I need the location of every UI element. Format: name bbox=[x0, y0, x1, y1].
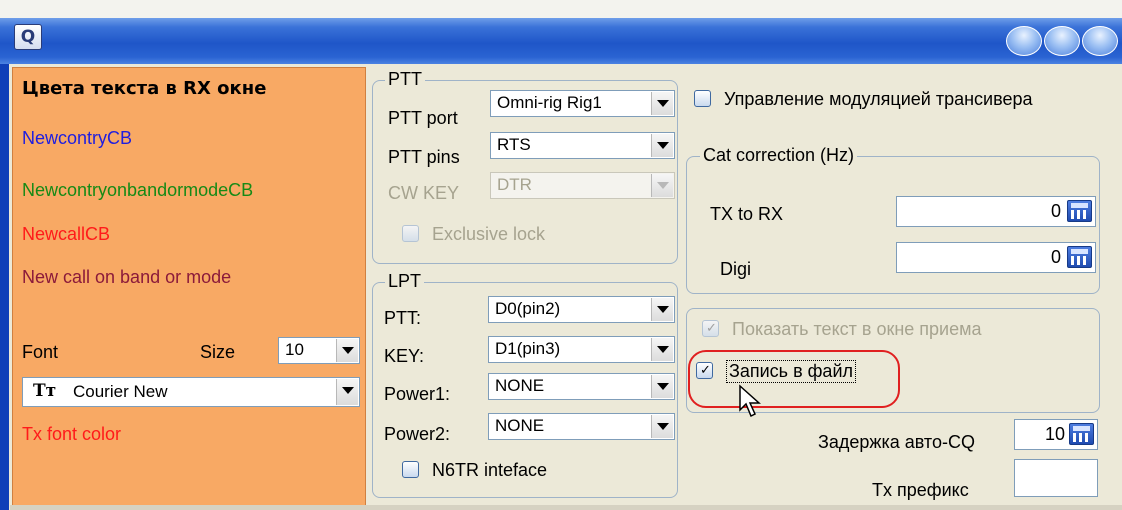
ptt-port-label: PTT port bbox=[388, 108, 458, 128]
chevron-down-icon[interactable] bbox=[651, 92, 673, 115]
minimize-button[interactable] bbox=[1006, 26, 1042, 56]
font-size-select[interactable]: 10 bbox=[278, 337, 360, 364]
maximize-button[interactable] bbox=[1044, 26, 1080, 56]
ptt-port-value: Omni-rig Rig1 bbox=[497, 93, 602, 112]
bottom-edge bbox=[10, 505, 1122, 510]
chevron-down-icon[interactable] bbox=[651, 415, 673, 438]
calculator-icon[interactable] bbox=[1067, 200, 1092, 222]
cw-key-value: DTR bbox=[497, 175, 532, 194]
font-family-select[interactable]: Tт Courier New bbox=[22, 377, 360, 407]
lpt-ptt-select[interactable]: D0(pin2) bbox=[488, 296, 675, 323]
chevron-down-icon[interactable] bbox=[336, 379, 358, 405]
show-text-checkbox[interactable]: ✓ bbox=[702, 320, 719, 337]
n6tr-checkbox[interactable] bbox=[402, 461, 419, 478]
lpt-ptt-value: D0(pin2) bbox=[495, 299, 561, 318]
cw-key-select[interactable]: DTR bbox=[490, 172, 675, 199]
exclusive-lock-checkbox[interactable] bbox=[402, 225, 419, 242]
size-label: Size bbox=[200, 342, 236, 362]
newcontry-onband-color-label[interactable]: NewcontryonbandormodeCB bbox=[22, 180, 253, 201]
power1-value: NONE bbox=[495, 376, 545, 395]
lpt-key-label: KEY: bbox=[384, 346, 425, 366]
calculator-icon[interactable] bbox=[1069, 423, 1094, 445]
newcontry-color-label[interactable]: NewcontryCB bbox=[22, 128, 132, 149]
modulation-control-label: Управление модуляцией трансивера bbox=[724, 89, 1033, 109]
lpt-key-select[interactable]: D1(pin3) bbox=[488, 336, 675, 363]
red-highlight-ellipse bbox=[688, 350, 900, 408]
tx-to-rx-label: TX to RX bbox=[710, 204, 784, 224]
tx-to-rx-value: 0 bbox=[1050, 201, 1061, 221]
power2-select[interactable]: NONE bbox=[488, 413, 675, 440]
power2-label: Power2: bbox=[384, 424, 451, 444]
font-size-value: 10 bbox=[285, 340, 304, 359]
checkmark-icon: ✓ bbox=[706, 321, 717, 336]
font-family-value: Courier New bbox=[73, 382, 168, 401]
truetype-font-icon: Tт bbox=[33, 381, 57, 401]
rx-colors-title: Цвета текста в RX окне bbox=[22, 78, 267, 99]
tx-prefix-label: Tx префикс bbox=[872, 480, 969, 500]
chevron-down-icon[interactable] bbox=[651, 338, 673, 361]
newcall-color-label[interactable]: NewcallCB bbox=[22, 224, 110, 245]
auto-cq-delay-label: Задержка авто-CQ bbox=[818, 432, 975, 452]
exclusive-lock-label: Exclusive lock bbox=[432, 224, 546, 244]
tx-to-rx-input[interactable]: 0 bbox=[896, 196, 1096, 227]
chevron-down-icon[interactable] bbox=[651, 174, 673, 197]
tx-font-color-label[interactable]: Tx font color bbox=[22, 424, 121, 445]
calculator-icon[interactable] bbox=[1067, 246, 1092, 268]
title-bar[interactable] bbox=[0, 18, 1122, 64]
close-button[interactable] bbox=[1082, 26, 1118, 56]
tx-prefix-input[interactable] bbox=[1014, 459, 1098, 497]
auto-cq-delay-value: 10 bbox=[1044, 424, 1065, 444]
chevron-down-icon[interactable] bbox=[651, 375, 673, 398]
n6tr-label: N6TR inteface bbox=[432, 460, 548, 480]
cat-correction-legend: Cat correction (Hz) bbox=[700, 145, 858, 166]
modulation-control-checkbox[interactable] bbox=[694, 90, 711, 107]
ptt-group-legend: PTT bbox=[385, 69, 425, 90]
lpt-group-legend: LPT bbox=[385, 271, 425, 292]
ptt-pins-select[interactable]: RTS bbox=[490, 132, 675, 159]
digi-value: 0 bbox=[1050, 247, 1061, 267]
power2-value: NONE bbox=[495, 416, 545, 435]
background-window-strip bbox=[0, 0, 1122, 19]
digi-input[interactable]: 0 bbox=[896, 242, 1096, 273]
ptt-pins-value: RTS bbox=[497, 135, 531, 154]
auto-cq-delay-input[interactable]: 10 bbox=[1014, 419, 1098, 450]
ptt-pins-label: PTT pins bbox=[388, 147, 460, 167]
ptt-port-select[interactable]: Omni-rig Rig1 bbox=[490, 90, 675, 117]
window-left-border bbox=[0, 64, 9, 510]
cw-key-label: CW KEY bbox=[388, 183, 460, 203]
lpt-key-value: D1(pin3) bbox=[495, 339, 561, 358]
new-call-band-mode-color-label[interactable]: New call on band or mode bbox=[22, 267, 231, 288]
chevron-down-icon[interactable] bbox=[336, 339, 358, 362]
font-label: Font bbox=[22, 342, 59, 362]
lpt-ptt-label: PTT: bbox=[384, 308, 422, 328]
chevron-down-icon[interactable] bbox=[651, 298, 673, 321]
power1-label: Power1: bbox=[384, 384, 451, 404]
digi-label: Digi bbox=[720, 259, 752, 279]
show-text-label: Показать текст в окне приема bbox=[732, 319, 982, 339]
mouse-cursor-icon bbox=[739, 384, 761, 418]
chevron-down-icon[interactable] bbox=[651, 134, 673, 157]
power1-select[interactable]: NONE bbox=[488, 373, 675, 400]
app-icon[interactable]: Q bbox=[14, 24, 42, 50]
